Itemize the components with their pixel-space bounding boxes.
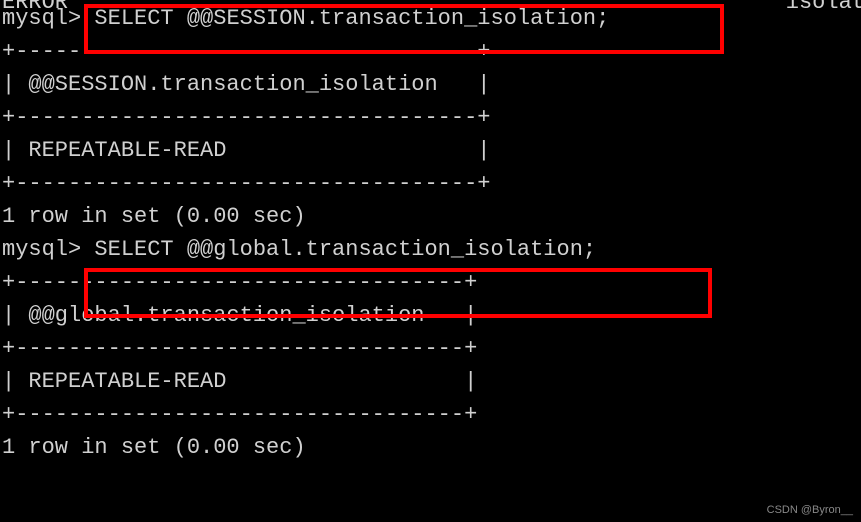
query1-sql: SELECT @@SESSION.transaction_isolation;: [81, 6, 609, 31]
table-border: +-----------------------------------+: [0, 101, 861, 134]
table-row: | REPEATABLE-READ |: [0, 365, 861, 398]
result-summary: 1 row in set (0.00 sec): [0, 200, 861, 233]
top-right-fragment: isolat: [786, 0, 861, 19]
table-border: +-----------------------------------+: [0, 167, 861, 200]
error-fragment: ERROR: [2, 0, 68, 19]
query2-sql: SELECT @@global.transaction_isolation;: [81, 237, 596, 262]
table-border: +-----------------------------------+: [0, 35, 861, 68]
watermark: CSDN @Byron__: [767, 502, 853, 519]
result-summary: 1 row in set (0.00 sec): [0, 431, 861, 464]
mysql-prompt: mysql>: [2, 237, 81, 262]
query2-line: mysql> SELECT @@global.transaction_isola…: [0, 233, 861, 266]
table-border: +----------------------------------+: [0, 332, 861, 365]
table-border: +----------------------------------+: [0, 398, 861, 431]
query1-line: mysql> SELECT @@SESSION.transaction_isol…: [0, 2, 861, 35]
table-header: | @@SESSION.transaction_isolation |: [0, 68, 861, 101]
table-header: | @@global.transaction_isolation |: [0, 299, 861, 332]
table-border: +----------------------------------+: [0, 266, 861, 299]
table-row: | REPEATABLE-READ |: [0, 134, 861, 167]
